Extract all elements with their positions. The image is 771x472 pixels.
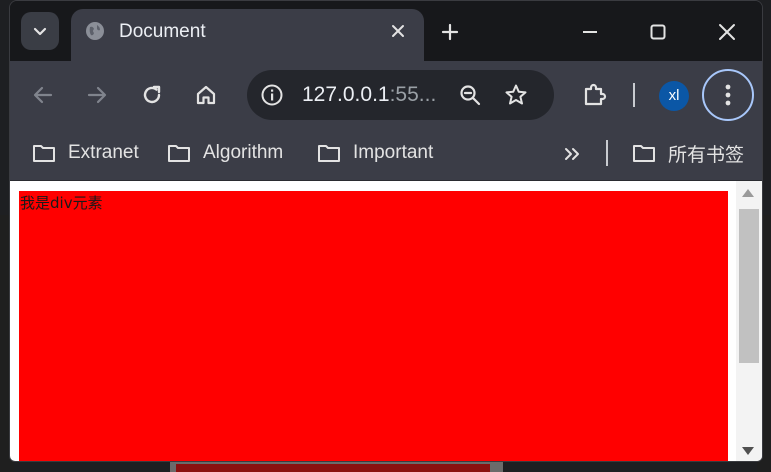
close-tab-button[interactable] bbox=[387, 20, 409, 42]
vertical-scrollbar[interactable] bbox=[736, 181, 762, 461]
chevron-down-icon bbox=[33, 27, 47, 36]
address-bar[interactable]: 127.0.0.1:55... bbox=[247, 70, 554, 120]
tab-strip: Document bbox=[10, 1, 762, 61]
extensions-button[interactable] bbox=[579, 79, 611, 111]
site-info-button[interactable] bbox=[259, 82, 285, 108]
zoom-out-icon bbox=[460, 85, 481, 106]
bookmark-label: Extranet bbox=[68, 142, 139, 163]
folder-icon bbox=[633, 145, 655, 162]
toolbar-separator bbox=[633, 83, 635, 107]
tab-title: Document bbox=[119, 21, 206, 42]
more-bookmarks-button[interactable] bbox=[559, 141, 585, 167]
new-tab-button[interactable] bbox=[436, 18, 464, 46]
info-icon bbox=[261, 84, 283, 106]
toolbar: 127.0.0.1:55... xl bbox=[10, 61, 762, 129]
scroll-up-arrow-icon[interactable] bbox=[742, 189, 754, 197]
plus-icon bbox=[441, 23, 459, 41]
arrow-left-icon bbox=[33, 86, 53, 104]
close-icon bbox=[719, 24, 735, 40]
star-icon bbox=[505, 84, 527, 105]
minimize-icon bbox=[583, 31, 597, 33]
reload-button[interactable] bbox=[136, 79, 168, 111]
scrollbar-thumb[interactable] bbox=[739, 209, 759, 363]
home-button[interactable] bbox=[190, 79, 222, 111]
bookmark-label: Algorithm bbox=[203, 142, 284, 163]
folder-icon bbox=[318, 145, 340, 162]
div-text: 我是div元素 bbox=[20, 194, 103, 212]
all-bookmarks-button[interactable]: 所有书签 bbox=[632, 140, 744, 166]
puzzle-icon bbox=[584, 83, 607, 106]
minimize-button[interactable] bbox=[574, 16, 606, 48]
double-chevron-right-icon bbox=[565, 148, 579, 160]
all-bookmarks-label: 所有书签 bbox=[668, 144, 745, 166]
maximize-button[interactable] bbox=[642, 16, 674, 48]
folder-icon bbox=[33, 145, 55, 162]
arrow-right-icon bbox=[87, 86, 107, 104]
bookmark-folder-algorithm[interactable]: Algorithm bbox=[167, 140, 283, 166]
profile-avatar[interactable]: xl bbox=[659, 81, 689, 111]
reload-icon bbox=[143, 85, 161, 104]
scroll-down-arrow-icon[interactable] bbox=[742, 447, 754, 455]
more-vertical-icon bbox=[725, 84, 731, 106]
close-window-button[interactable] bbox=[711, 16, 743, 48]
maximize-icon bbox=[650, 24, 666, 40]
bookmark-label: Important bbox=[353, 142, 434, 163]
url-text[interactable]: 127.0.0.1:55... bbox=[302, 83, 436, 107]
red-div-element: 我是div元素 bbox=[19, 191, 728, 461]
bookmarks-separator bbox=[606, 140, 608, 166]
bookmark-folder-extranet[interactable]: Extranet bbox=[32, 140, 139, 166]
zoom-button[interactable] bbox=[457, 82, 483, 108]
forward-button[interactable] bbox=[81, 79, 113, 111]
browser-menu-button[interactable] bbox=[702, 69, 754, 121]
tab-search-button[interactable] bbox=[21, 12, 59, 50]
active-tab[interactable]: Document bbox=[71, 9, 424, 61]
background-taskbar-item-inner bbox=[176, 464, 490, 472]
url-host: 127.0.0.1 bbox=[302, 83, 390, 106]
home-icon bbox=[196, 85, 216, 105]
globe-icon bbox=[86, 22, 104, 40]
bookmark-star-button[interactable] bbox=[503, 82, 529, 108]
page-viewport: 我是div元素 bbox=[10, 181, 762, 461]
bookmark-folder-important[interactable]: Important bbox=[317, 140, 433, 166]
close-icon bbox=[392, 25, 404, 37]
folder-icon bbox=[168, 145, 190, 162]
back-button[interactable] bbox=[27, 79, 59, 111]
url-port: :55... bbox=[389, 83, 437, 106]
browser-window: Document 127.0.0.1:55... xl Extranet Alg… bbox=[9, 0, 763, 462]
bookmarks-bar: Extranet Algorithm Important 所有书签 bbox=[10, 129, 762, 181]
